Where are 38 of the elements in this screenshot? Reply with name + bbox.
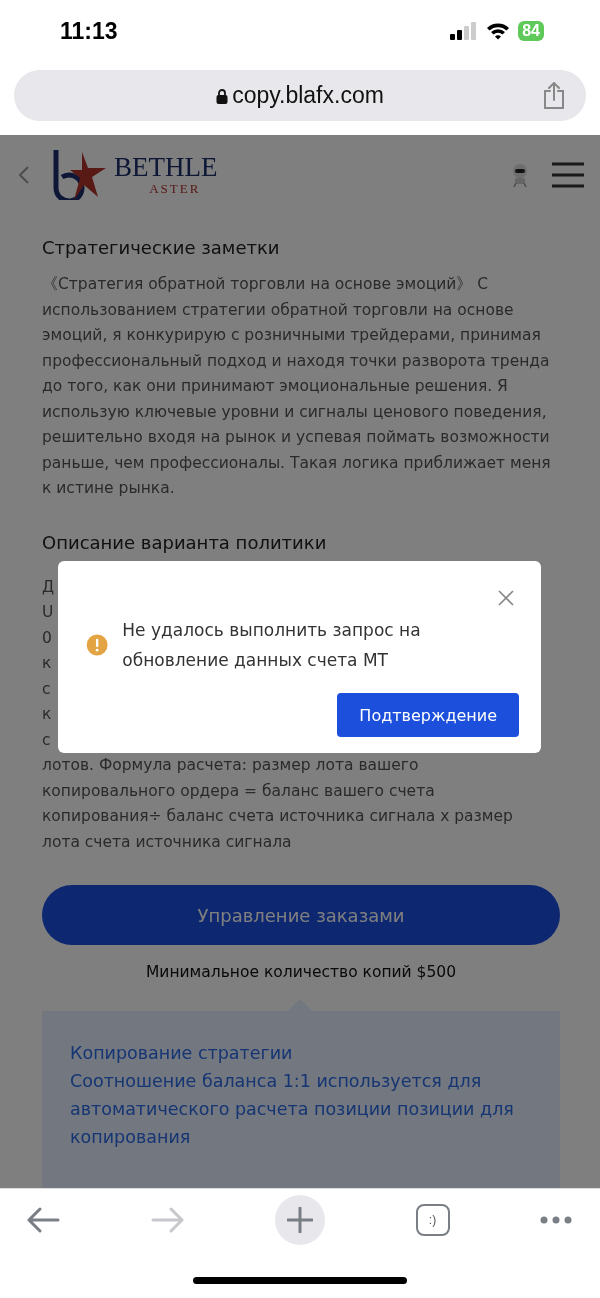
paragraph-fragment: к [42, 704, 52, 725]
menu-icon[interactable] [552, 162, 584, 188]
status-time: 11:13 [60, 17, 118, 45]
robot-icon[interactable] [510, 163, 530, 187]
share-icon[interactable] [542, 82, 566, 110]
confirm-button[interactable]: Подтверждение [337, 693, 519, 737]
wifi-icon [486, 22, 511, 40]
paragraph-line: лота счета источника сигнала [42, 831, 292, 853]
info-text: Соотношение баланса 1:1 используется для автоматического расчета позиции позиции для копирования [70, 1070, 515, 1149]
paragraph-line: лотов. Формула расчета: размер лота вашего [42, 755, 419, 776]
back-chevron-icon[interactable] [18, 165, 30, 185]
signal-icon [450, 22, 479, 40]
paragraph-fragment: U [42, 602, 54, 623]
paragraph-line: копирования÷ баланс счета источника сигнала х размер [42, 806, 513, 827]
paragraph-fragment: 0 [42, 627, 52, 649]
new-tab-button[interactable] [275, 1195, 325, 1245]
paragraph-fragment: с [42, 729, 51, 751]
section-heading: Стратегические заметки [42, 237, 281, 258]
url-text: copy.blafx.com [232, 82, 384, 109]
address-bar[interactable]: copy.blafx.com [14, 70, 586, 121]
plus-icon [287, 1207, 313, 1233]
paragraph-fragment: с [42, 678, 51, 700]
section-heading: Описание варианта политики [42, 531, 328, 553]
dialog-message: Не удалось выполнить запрос на обновление данных счета MT [122, 619, 422, 672]
paragraph-line: копировального ордера = баланс вашего счета [42, 780, 435, 802]
more-icon[interactable] [540, 1216, 572, 1224]
battery-indicator: 84 [518, 21, 544, 41]
tabs-button[interactable]: :) [415, 1204, 450, 1236]
lock-icon [216, 87, 229, 104]
paragraph-fragment: к [42, 653, 52, 674]
info-title: Копирование стратегии [70, 1042, 294, 1065]
paragraph-fragment: Д [42, 576, 55, 598]
minimum-copy-text: Минимальное количество копий $500 [145, 963, 457, 981]
logo-title: BETHLE [114, 153, 218, 181]
logo-subtitle: ASTER [148, 180, 201, 197]
back-arrow-icon[interactable] [26, 1207, 60, 1233]
notes-paragraph: 《Стратегия обратной торговли на основе эмоций》 С использованием стратегии обратной торговли на основе эмоций, я конкурирую с розничными трейдерами, принимая профессиональный подход и находя точки разворота тренда до того, как они принимают эмоциональные решения. Я использую ключевые уровни и сигналы ценового поведения, решительно входя на рынок и успевая поймать возможности раньше, чем профессионалы. Такая логика приближает меня к истине рынка. [42, 274, 552, 499]
close-icon[interactable] [497, 589, 515, 607]
